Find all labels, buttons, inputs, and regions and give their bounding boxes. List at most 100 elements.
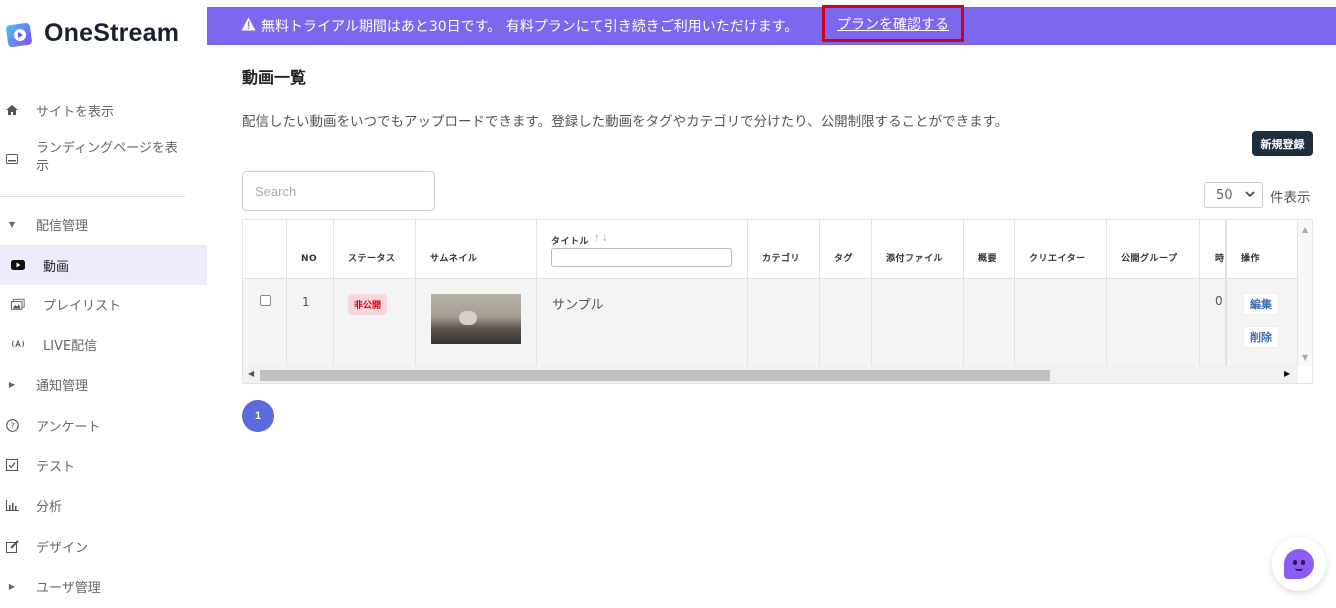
row-status-cell: 非公開 (334, 279, 416, 367)
scroll-up-icon[interactable]: ▲ (1302, 225, 1308, 234)
videos-table: NO ステータス サムネイル タイトル ↑↓ カテゴリ タグ 添付ファイル 概要… (242, 219, 1313, 384)
row-creator-cell (1015, 279, 1107, 367)
caret-down-icon: ▼ (8, 219, 16, 229)
search-input[interactable] (242, 171, 435, 211)
per-page-select[interactable]: 50 (1204, 182, 1263, 208)
col-header-select (243, 220, 287, 278)
chatbot-button[interactable] (1272, 537, 1326, 591)
sidebar-item-survey[interactable]: ? アンケート (0, 415, 207, 435)
sidebar-item-label: ランディングページを表示 (36, 141, 178, 174)
col-header-creator[interactable]: クリエイター (1015, 220, 1107, 278)
sort-icon[interactable]: ↑↓ (593, 234, 609, 244)
check-square-icon (5, 458, 19, 472)
sidebar-item-view-site[interactable]: サイトを表示 (0, 100, 207, 120)
sidebar-item-label: ユーザ管理 (36, 580, 101, 596)
sidebar-item-playlist[interactable]: プレイリスト (0, 294, 207, 314)
trial-banner: 無料トライアル期間はあと30日です。 有料プランにて引き続きご利用いただけます。… (207, 5, 1336, 45)
sidebar-divider (0, 196, 185, 197)
col-header-title[interactable]: タイトル ↑↓ (537, 220, 748, 278)
thumbnail-subject (459, 311, 477, 325)
caret-right-icon: ▶ (8, 379, 16, 389)
row-select-cell (243, 279, 287, 367)
table-vertical-scrollbar[interactable]: ▲ ▼ (1298, 220, 1312, 366)
col-header-tag[interactable]: タグ (820, 220, 872, 278)
sidebar-item-label: プレイリスト (43, 298, 122, 314)
row-actions-cell: 編集 削除 (1226, 279, 1298, 367)
logo[interactable]: OneStream (6, 19, 179, 48)
video-thumbnail[interactable] (431, 294, 521, 344)
images-icon (11, 297, 25, 311)
sidebar-item-label: デザイン (36, 540, 89, 556)
col-header-attachment[interactable]: 添付ファイル (872, 220, 964, 278)
sidebar-item-label: 動画 (43, 259, 70, 275)
sidebar-item-live[interactable]: LIVE配信 (0, 334, 207, 354)
sidebar-item-label: 分析 (36, 499, 63, 515)
new-registration-button[interactable]: 新規登録 (1252, 131, 1313, 156)
per-page-label: 件表示 (1270, 190, 1311, 206)
row-title-cell: サンプル (537, 279, 748, 367)
sidebar-item-test[interactable]: テスト (0, 455, 207, 475)
logo-icon (6, 20, 36, 48)
broadcast-icon (11, 337, 25, 351)
row-category-cell (748, 279, 820, 367)
warning-icon (241, 17, 256, 35)
row-no: 1 (302, 295, 310, 309)
question-circle-icon: ? (5, 418, 19, 432)
sidebar-item-label: 配信管理 (36, 218, 89, 234)
sidebar-item-videos[interactable]: 動画 (0, 245, 207, 285)
home-icon (5, 103, 19, 117)
scroll-down-icon[interactable]: ▼ (1302, 353, 1308, 362)
caret-right-icon: ▶ (8, 581, 16, 591)
row-public-group-cell (1107, 279, 1200, 367)
monitor-icon (5, 152, 19, 166)
row-title[interactable]: サンプル (552, 294, 604, 313)
chatbot-icon (1284, 549, 1314, 579)
sidebar-item-landing-page[interactable]: ランディングページを表示 (0, 140, 207, 178)
col-header-title-label: タイトル (551, 237, 590, 247)
delete-button[interactable]: 削除 (1243, 326, 1279, 348)
scrollbar-thumb[interactable] (260, 370, 1050, 381)
youtube-icon (11, 258, 25, 272)
col-header-category[interactable]: カテゴリ (748, 220, 820, 278)
title-filter-input[interactable] (551, 248, 732, 267)
table-row: 1 非公開 サンプル 0 編集 削除 (243, 278, 1298, 367)
sidebar-item-delivery-management[interactable]: ▼ 配信管理 (0, 214, 207, 234)
col-header-time[interactable]: 時 (1200, 220, 1226, 278)
sidebar-item-label: LIVE配信 (43, 338, 98, 354)
row-time-cell: 0 (1200, 279, 1226, 367)
sidebar-item-label: テスト (36, 459, 76, 475)
col-header-no[interactable]: NO (287, 220, 334, 278)
col-header-summary[interactable]: 概要 (964, 220, 1015, 278)
sidebar-item-label: サイトを表示 (36, 104, 115, 120)
row-time: 0 (1215, 294, 1223, 308)
sidebar-item-analytics[interactable]: 分析 (0, 495, 207, 515)
col-header-thumbnail: サムネイル (416, 220, 537, 278)
sidebar-item-design[interactable]: デザイン (0, 536, 207, 556)
check-plan-link[interactable]: プランを確認する (837, 14, 949, 34)
status-badge: 非公開 (348, 294, 388, 315)
scroll-left-icon[interactable]: ◀ (248, 369, 254, 378)
per-page-value: 50 (1216, 187, 1233, 203)
sidebar: OneStream サイトを表示 ランディングページを表示 ▼ 配信管理 動画 (0, 0, 207, 608)
row-checkbox[interactable] (260, 295, 271, 306)
svg-text:?: ? (10, 421, 14, 430)
row-attachment-cell (872, 279, 964, 367)
row-tag-cell (820, 279, 872, 367)
table-horizontal-scrollbar[interactable]: ◀ ▶ (243, 366, 1298, 383)
edit-button[interactable]: 編集 (1243, 293, 1279, 315)
pagination-page-1[interactable]: 1 (242, 400, 274, 432)
banner-link-highlight: プランを確認する (822, 5, 964, 42)
page-title: 動画一覧 (242, 68, 307, 87)
sidebar-item-label: 通知管理 (36, 378, 89, 394)
sidebar-item-notification-management[interactable]: ▶ 通知管理 (0, 374, 207, 394)
row-summary-cell (964, 279, 1015, 367)
page-description: 配信したい動画をいつでもアップロードできます。登録した動画をタグやカテゴリで分け… (242, 114, 1009, 130)
banner-message: 無料トライアル期間はあと30日です。 有料プランにて引き続きご利用いただけます。 (261, 19, 799, 35)
bar-chart-icon (5, 498, 19, 512)
sidebar-item-user-management[interactable]: ▶ ユーザ管理 (0, 576, 207, 596)
col-header-actions: 操作 (1226, 220, 1298, 278)
scroll-right-icon[interactable]: ▶ (1284, 369, 1290, 378)
col-header-status[interactable]: ステータス (334, 220, 416, 278)
edit-icon (5, 539, 19, 553)
col-header-public-group[interactable]: 公開グループ (1107, 220, 1200, 278)
